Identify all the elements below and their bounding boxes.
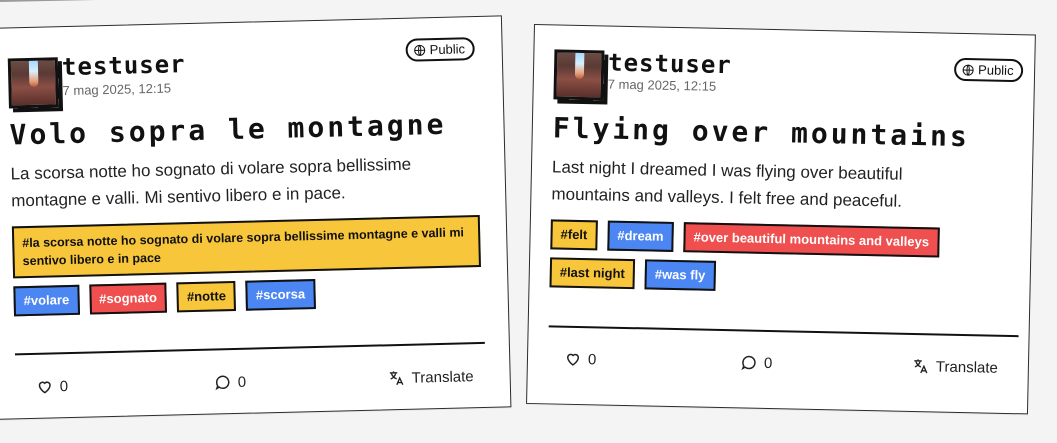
globe-icon — [414, 44, 426, 56]
tag[interactable]: #la scorsa notte ho sognato di volare so… — [11, 214, 481, 279]
visibility-badge[interactable]: Public — [405, 37, 476, 62]
translate-button[interactable]: Translate — [387, 367, 474, 387]
post-card: testuser 7 mag 2025, 12:15 Public Flying… — [526, 24, 1036, 415]
comment-button[interactable]: 0 — [740, 353, 773, 372]
translate-icon — [389, 371, 404, 386]
visibility-label: Public — [977, 62, 1014, 79]
heart-icon — [38, 381, 51, 394]
avatar[interactable] — [7, 57, 59, 109]
avatar-image — [574, 50, 585, 80]
tag[interactable]: #dream — [607, 220, 674, 252]
comment-button[interactable]: 0 — [214, 373, 247, 392]
heart-icon — [567, 353, 580, 366]
translate-icon — [914, 359, 928, 374]
card-divider — [14, 341, 485, 356]
post-title: Flying over mountains — [552, 111, 971, 154]
tag[interactable]: #was fly — [644, 259, 716, 291]
comment-count: 0 — [237, 373, 247, 391]
like-button[interactable]: 0 — [564, 350, 597, 369]
tag[interactable]: #notte — [176, 280, 237, 313]
visibility-label: Public — [429, 41, 466, 58]
post-title: Volo sopra le montagne — [9, 107, 447, 152]
tag[interactable]: #scorsa — [245, 279, 316, 311]
visibility-badge[interactable]: Public — [953, 57, 1024, 83]
avatar-image — [28, 58, 39, 87]
comment-count: 0 — [763, 354, 773, 372]
tag[interactable]: #sognato — [88, 282, 168, 315]
username[interactable]: testuser — [608, 49, 732, 80]
post-body: Last night I dreamed I was flying over b… — [551, 157, 903, 211]
tag[interactable]: #over beautiful mountains and valleys — [683, 222, 940, 258]
comment-icon — [215, 375, 230, 391]
avatar[interactable] — [553, 49, 605, 101]
like-button[interactable]: 0 — [36, 377, 69, 396]
post-date: 7 mag 2025, 12:15 — [607, 76, 717, 94]
tag-list: #la scorsa notte ho sognato di volare so… — [11, 214, 494, 317]
globe-icon — [962, 64, 974, 76]
card-divider — [548, 325, 1019, 338]
post-date: 7 mag 2025, 12:15 — [62, 80, 172, 99]
comment-icon — [741, 355, 756, 371]
post-card: testuser 7 mag 2025, 12:15 Public Volo s… — [0, 15, 512, 420]
tag[interactable]: #last night — [549, 257, 636, 290]
username[interactable]: testuser — [62, 50, 186, 81]
translate-button[interactable]: Translate — [912, 357, 998, 377]
like-count: 0 — [587, 350, 597, 368]
top-divider — [0, 0, 420, 2]
post-body: La scorsa notte ho sognato di volare sop… — [10, 154, 412, 211]
tag[interactable]: #volare — [13, 284, 80, 317]
feed-canvas: testuser 7 mag 2025, 12:15 Public Volo s… — [0, 0, 1057, 443]
tag[interactable]: #felt — [550, 219, 598, 251]
translate-label: Translate — [935, 357, 999, 377]
tag-list: #felt #dream #over beautiful mountains a… — [549, 219, 1000, 296]
translate-label: Translate — [411, 367, 474, 387]
like-count: 0 — [59, 377, 69, 395]
